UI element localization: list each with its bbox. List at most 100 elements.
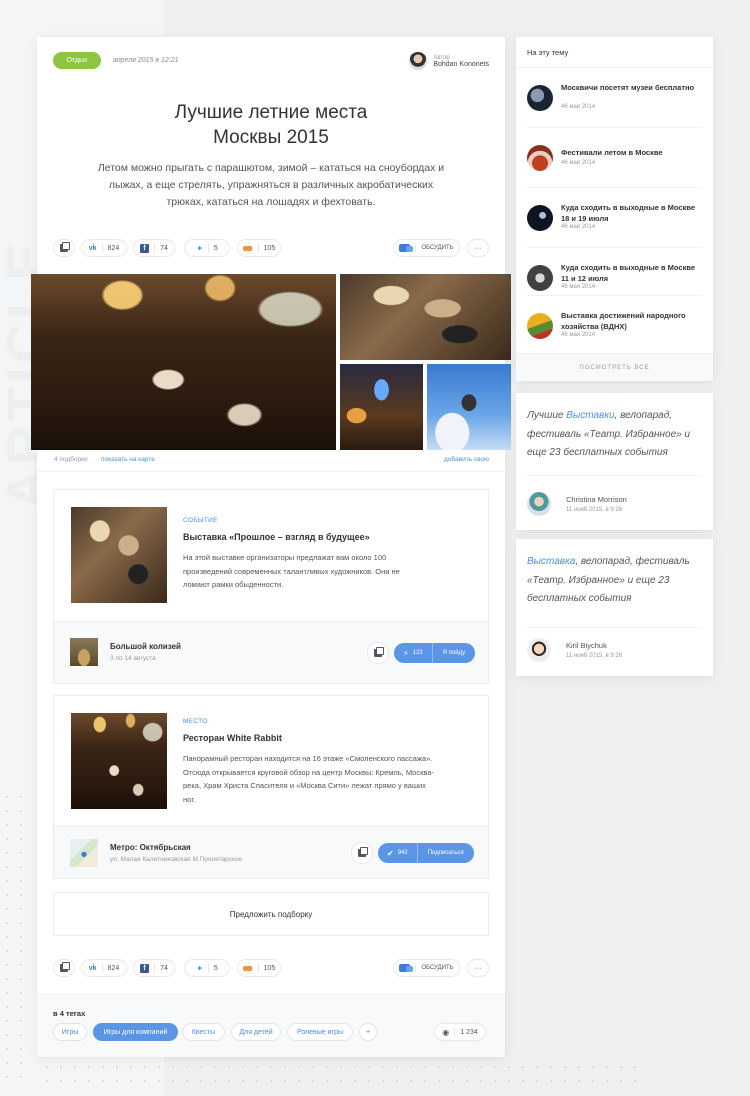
subscribe-count: 942 [397, 850, 408, 856]
item-photo[interactable] [71, 507, 167, 603]
vk-share-button[interactable]: vk 824 [81, 239, 127, 257]
place-name[interactable]: Метро: Октябрьская [110, 843, 191, 852]
gallery-photo-puppets[interactable] [340, 274, 511, 360]
map-thumbnail[interactable] [70, 839, 98, 867]
list-item[interactable]: МЕСТО Ресторан White Rabbit Панорамный р… [53, 695, 489, 879]
twitter-share-button[interactable]: ✦ 5 [184, 239, 230, 257]
title-line: Лучшие летние места [174, 102, 368, 123]
related-heading: На эту тему [527, 48, 569, 57]
related-item[interactable]: Выставка достижений народного хозяйства … [516, 295, 713, 355]
tag-chip[interactable]: Для детей [231, 1023, 281, 1041]
item-footer: Большой колизей 3 по 14 августа ⚡ 123 Я п… [54, 621, 488, 683]
list-item[interactable]: СОБЫТИЕ Выставка «Прошлое – взгляд в буд… [53, 489, 489, 684]
quote-author[interactable]: Kiril Biychuk 11 нояб 2015, в 9:26 [527, 638, 622, 662]
place-name[interactable]: Большой колизей [110, 642, 181, 651]
tag-chip[interactable]: Квесты [182, 1023, 225, 1041]
discuss-label: ОБСУДИТЬ [421, 245, 454, 251]
title-line: Москвы 2015 [213, 127, 329, 148]
vk-count: 824 [107, 964, 120, 972]
going-count: 123 [412, 650, 423, 656]
facebook-icon: f [140, 243, 150, 253]
quote-link[interactable]: Выставки [566, 410, 614, 421]
gallery-photo-skydive[interactable] [427, 364, 511, 450]
bookmark-button[interactable] [351, 842, 373, 864]
quote-date: 11 нояб 2015, в 9:26 [566, 653, 623, 659]
see-all-button[interactable]: ПОСМОТРЕТЬ ВСЕ [516, 353, 713, 381]
author-name: Bohdan Kononets [433, 60, 489, 68]
odnoklassniki-icon: ꙭ [242, 242, 253, 253]
twitter-share-button[interactable]: ✦ 5 [184, 959, 230, 977]
bookmark-button[interactable] [53, 959, 75, 977]
quote-author[interactable]: Christina Morrison 11 нояб 2015, в 9:26 [527, 492, 627, 516]
bookmark-icon [358, 847, 368, 857]
quote-date: 11 нояб 2015, в 9:26 [566, 507, 623, 513]
related-panel: На эту тему Москвичи посетят музеи беспл… [516, 37, 713, 381]
ok-share-button[interactable]: ꙭ 105 [237, 959, 281, 977]
quote-author-name: Kiril Biychuk [566, 641, 607, 650]
place-dates: 3 по 14 августа [110, 655, 156, 662]
runner-icon: ⚡ [403, 648, 409, 658]
quote-link[interactable]: Выставка [527, 556, 575, 567]
going-label: Я пойду [442, 650, 466, 656]
subscribe-button[interactable]: ✔ 942 Подписаться [378, 843, 474, 863]
going-button[interactable]: ⚡ 123 Я пойду [394, 643, 476, 663]
bookmark-icon [60, 242, 70, 252]
discuss-label: ОБСУДИТЬ [421, 965, 454, 971]
more-dots-icon: ··· [474, 964, 482, 972]
gallery-main-photo[interactable] [31, 274, 336, 450]
tags-section: в 4 тегах Игры Игры для компаний Квесты … [37, 994, 505, 1057]
more-button[interactable]: ··· [467, 239, 489, 257]
author-block[interactable]: Автор Bohdan Kononets [409, 52, 489, 70]
chat-icon [399, 244, 414, 252]
related-item[interactable]: Фестивали летом в Москве 46 мая 2014 [516, 127, 713, 187]
fb-count: 74 [160, 964, 168, 972]
show-on-map-link[interactable]: показать на карте [101, 456, 155, 463]
related-item[interactable]: Куда сходить в выходные в Москве 18 и 19… [516, 187, 713, 247]
vk-share-button[interactable]: vk 824 [81, 959, 127, 977]
more-button[interactable]: ··· [467, 959, 489, 977]
fb-share-button[interactable]: f 74 [133, 959, 175, 977]
discuss-button[interactable]: ОБСУДИТЬ [393, 239, 460, 257]
item-title[interactable]: Выставка «Прошлое – взгляд в будущее» [183, 532, 370, 542]
tag-chip-active[interactable]: Игры для компаний [93, 1023, 178, 1041]
related-title: Куда сходить в выходные в Москве 11 и 12… [561, 263, 696, 283]
related-title: Выставка достижений народного хозяйства … [561, 311, 686, 331]
bookmark-button[interactable] [53, 239, 75, 257]
quote-card[interactable]: Лучшие Выставки, велопарад, фестиваль «Т… [516, 393, 713, 530]
views-count: 1 234 [460, 1028, 478, 1036]
related-thumbnail [527, 313, 553, 339]
gallery-photo-bar[interactable] [340, 364, 423, 450]
suggest-collection-button[interactable]: Предложить подборку [53, 892, 489, 936]
ok-share-button[interactable]: ꙭ 105 [237, 239, 281, 257]
more-dots-icon: ··· [474, 244, 482, 252]
ok-count: 105 [263, 244, 276, 252]
item-title[interactable]: Ресторан White Rabbit [183, 733, 282, 743]
divider [527, 475, 702, 476]
category-badge[interactable]: Отдых [53, 52, 101, 69]
vk-icon: vk [88, 964, 97, 972]
fb-share-button[interactable]: f 74 [133, 239, 175, 257]
item-description: На этой выставке организаторы предлажат … [183, 553, 400, 589]
item-photo[interactable] [71, 713, 167, 809]
views-counter: ◉ 1 234 [434, 1023, 486, 1041]
bookmark-button[interactable] [367, 642, 389, 664]
related-item[interactable]: Москвичи посетят музеи бесплатно 46 мая … [516, 67, 713, 127]
quote-avatar [527, 638, 551, 662]
tag-chip[interactable]: Ролевые игры [287, 1023, 353, 1041]
related-thumbnail [527, 85, 553, 111]
related-title: Куда сходить в выходные в Москве 18 и 19… [561, 203, 696, 223]
add-tag-button[interactable]: + [359, 1023, 377, 1041]
publish-date: апреля 2015 в 12:21 [113, 57, 179, 64]
dot-pattern [40, 1060, 640, 1090]
dot-pattern [0, 790, 30, 1090]
article-card: Отдых апреля 2015 в 12:21 Автор Bohdan K… [31, 37, 511, 1057]
place-address: ул. Малая Калитниковская М.Пролетарское [110, 856, 243, 863]
related-title: Фестивали летом в Москве [561, 148, 663, 157]
tag-chip[interactable]: Игры [53, 1023, 87, 1041]
quote-card[interactable]: Выставка, велопарад, фестиваль «Театр. И… [516, 539, 713, 676]
twitter-icon: ✦ [196, 963, 203, 973]
discuss-button[interactable]: ОБСУДИТЬ [393, 959, 460, 977]
add-own-link[interactable]: добавить свою [444, 456, 489, 463]
article-title: Лучшие летние места Москвы 2015 [37, 100, 505, 150]
twitter-icon: ✦ [196, 243, 203, 253]
